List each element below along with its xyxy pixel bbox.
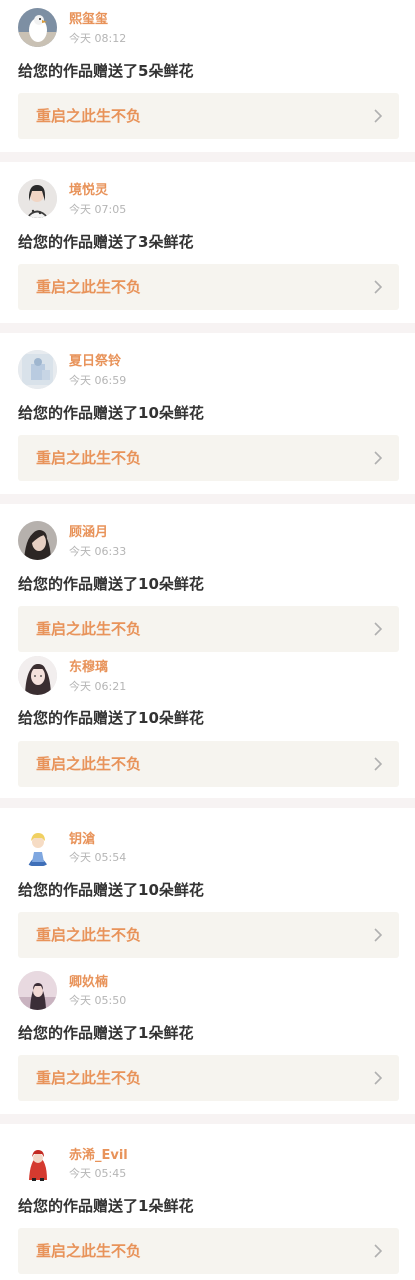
user-name[interactable]: 东穆璃 xyxy=(69,660,108,676)
post-time: 今天 06:33 xyxy=(69,545,127,558)
work-link[interactable]: 重启之此生不负 xyxy=(18,435,399,481)
gift-feed: 熙玺玺 今天 08:12 给您的作品赠送了5朵鲜花 重启之此生不负 境悦灵 今天… xyxy=(0,0,415,1280)
work-title: 重启之此生不负 xyxy=(36,926,142,944)
work-title: 重启之此生不负 xyxy=(36,1242,142,1260)
gift-message: 给您的作品赠送了1朵鲜花 xyxy=(18,1197,194,1215)
gift-message: 给您的作品赠送了10朵鲜花 xyxy=(18,881,204,899)
chevron-right-icon xyxy=(374,928,383,942)
avatar[interactable] xyxy=(18,8,57,47)
gift-message: 给您的作品赠送了5朵鲜花 xyxy=(18,62,194,80)
user-name[interactable]: 顾涵月 xyxy=(69,525,108,541)
user-name[interactable]: 熙玺玺 xyxy=(69,12,108,28)
avatar[interactable] xyxy=(18,1144,57,1183)
gift-message: 给您的作品赠送了10朵鲜花 xyxy=(18,575,204,593)
user-name[interactable]: 赤浠_Evil xyxy=(69,1148,128,1164)
divider xyxy=(0,1114,415,1124)
chevron-right-icon xyxy=(374,1071,383,1085)
work-title: 重启之此生不负 xyxy=(36,1069,142,1087)
gift-message: 给您的作品赠送了1朵鲜花 xyxy=(18,1024,194,1042)
avatar[interactable] xyxy=(18,521,57,560)
feed-item: 赤浠_Evil 今天 05:45 给您的作品赠送了1朵鲜花 重启之此生不负 xyxy=(0,1124,415,1280)
work-link[interactable]: 重启之此生不负 xyxy=(18,741,399,787)
work-link[interactable]: 重启之此生不负 xyxy=(18,264,399,310)
user-name[interactable]: 夏日祭铃 xyxy=(69,354,121,370)
post-time: 今天 08:12 xyxy=(69,32,127,45)
chevron-right-icon xyxy=(374,109,383,123)
user-name[interactable]: 境悦灵 xyxy=(69,183,108,199)
avatar[interactable] xyxy=(18,971,57,1010)
avatar[interactable] xyxy=(18,828,57,867)
feed-item: 熙玺玺 今天 08:12 给您的作品赠送了5朵鲜花 重启之此生不负 xyxy=(0,0,415,152)
work-title: 重启之此生不负 xyxy=(36,620,142,638)
work-link[interactable]: 重启之此生不负 xyxy=(18,606,399,652)
divider xyxy=(0,494,415,504)
gift-message: 给您的作品赠送了10朵鲜花 xyxy=(18,404,204,422)
work-link[interactable]: 重启之此生不负 xyxy=(18,1228,399,1274)
gift-message: 给您的作品赠送了10朵鲜花 xyxy=(18,709,204,727)
post-time: 今天 06:21 xyxy=(69,680,127,693)
divider xyxy=(0,323,415,333)
work-title: 重启之此生不负 xyxy=(36,278,142,296)
work-link[interactable]: 重启之此生不负 xyxy=(18,93,399,139)
chevron-right-icon xyxy=(374,280,383,294)
feed-item: 境悦灵 今天 07:05 给您的作品赠送了3朵鲜花 重启之此生不负 xyxy=(0,162,415,323)
work-link[interactable]: 重启之此生不负 xyxy=(18,912,399,958)
work-title: 重启之此生不负 xyxy=(36,449,142,467)
work-link[interactable]: 重启之此生不负 xyxy=(18,1055,399,1101)
work-title: 重启之此生不负 xyxy=(36,755,142,773)
chevron-right-icon xyxy=(374,622,383,636)
avatar[interactable] xyxy=(18,656,57,695)
post-time: 今天 06:59 xyxy=(69,374,127,387)
divider xyxy=(0,798,415,808)
feed-item-group: 钥滄 今天 05:54 给您的作品赠送了10朵鲜花 重启之此生不负 卿奺楠 今天… xyxy=(0,808,415,1114)
chevron-right-icon xyxy=(374,757,383,771)
post-time: 今天 05:54 xyxy=(69,851,127,864)
post-time: 今天 05:45 xyxy=(69,1167,127,1180)
post-time: 今天 05:50 xyxy=(69,994,127,1007)
chevron-right-icon xyxy=(374,1244,383,1258)
chevron-right-icon xyxy=(374,451,383,465)
post-time: 今天 07:05 xyxy=(69,203,127,216)
user-name[interactable]: 钥滄 xyxy=(69,832,95,848)
user-name[interactable]: 卿奺楠 xyxy=(69,975,108,991)
work-title: 重启之此生不负 xyxy=(36,107,142,125)
feed-item: 夏日祭铃 今天 06:59 给您的作品赠送了10朵鲜花 重启之此生不负 xyxy=(0,333,415,494)
feed-item-group: 顾涵月 今天 06:33 给您的作品赠送了10朵鲜花 重启之此生不负 东穆璃 今… xyxy=(0,504,415,798)
divider xyxy=(0,152,415,162)
gift-message: 给您的作品赠送了3朵鲜花 xyxy=(18,233,194,251)
avatar[interactable] xyxy=(18,179,57,218)
avatar[interactable] xyxy=(18,350,57,389)
